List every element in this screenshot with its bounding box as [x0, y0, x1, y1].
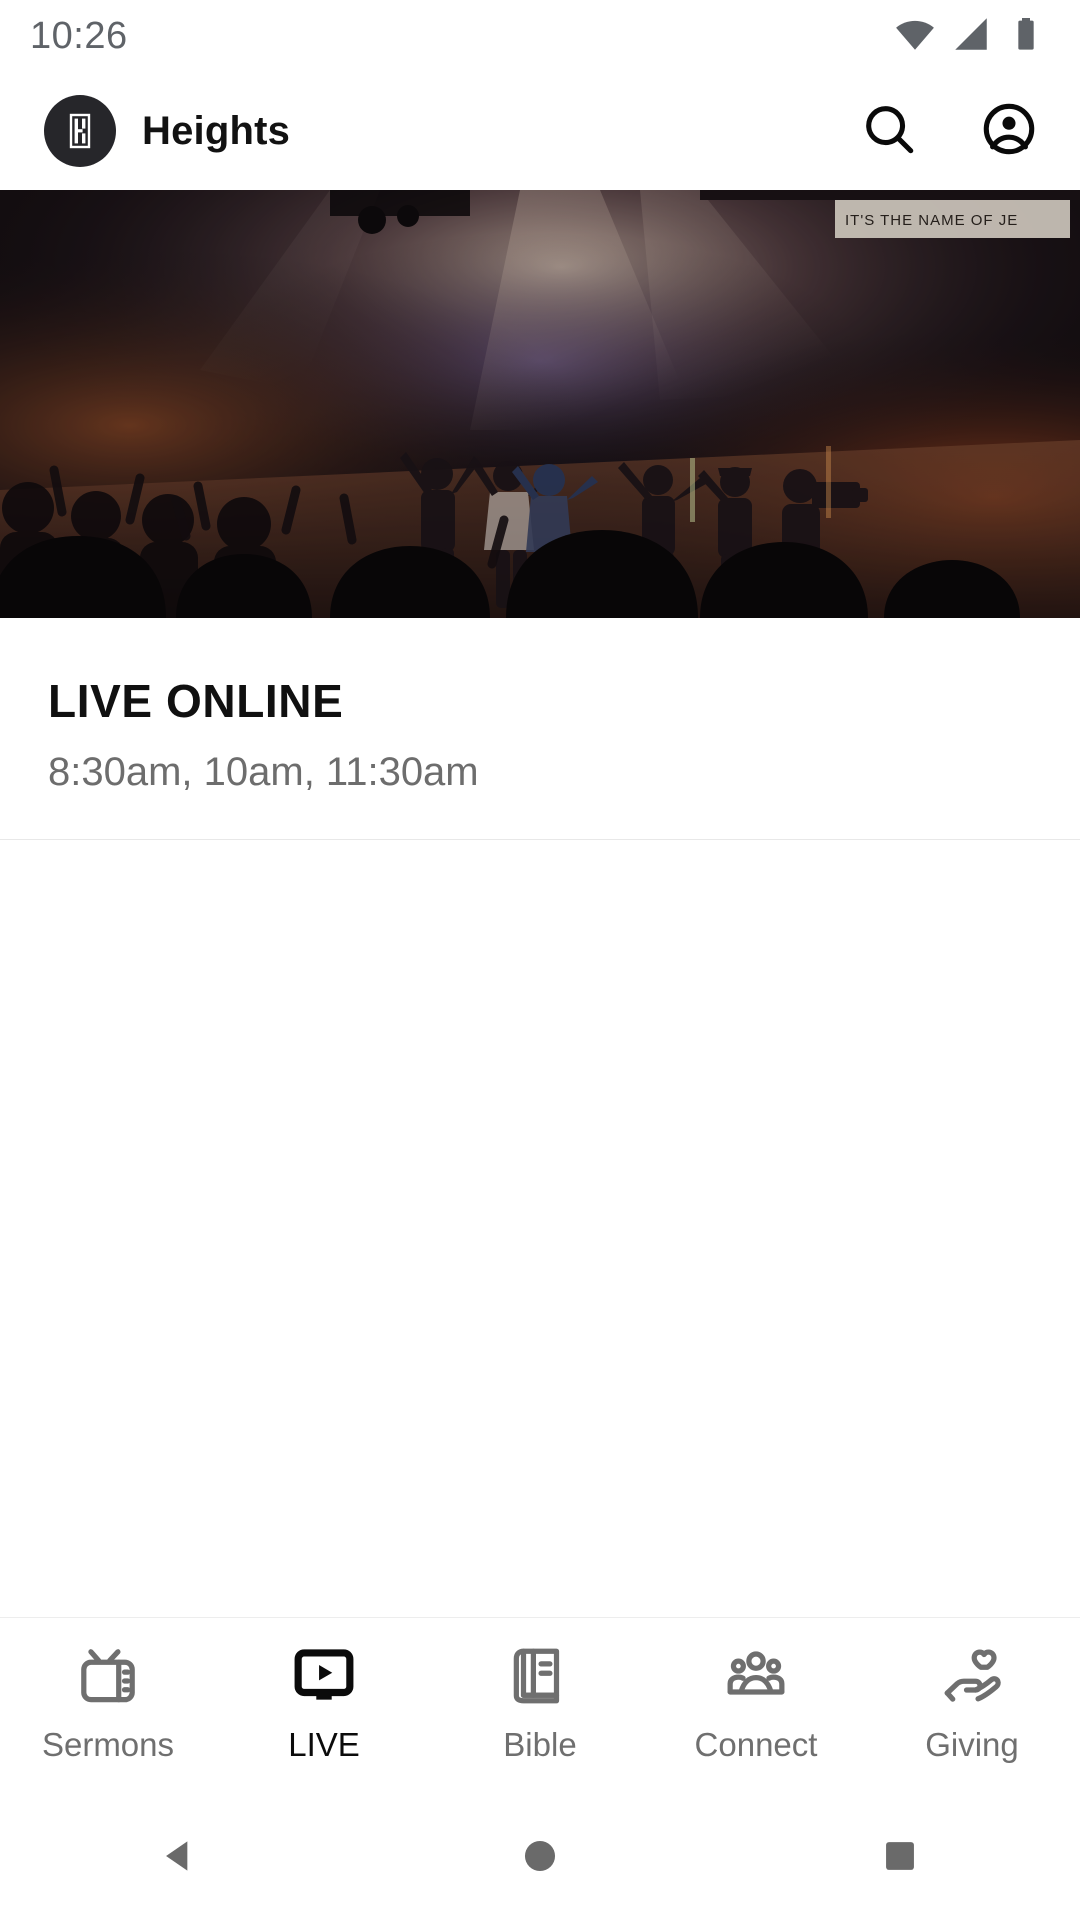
tab-bible[interactable]: Bible	[432, 1640, 648, 1761]
retro-tv-icon	[75, 1640, 141, 1712]
status-bar-icons	[894, 13, 1046, 60]
tab-label-sermons: Sermons	[41, 1726, 175, 1763]
recents-button[interactable]	[840, 1823, 960, 1893]
empty-content-area	[0, 839, 1080, 1617]
heights-h-logo-icon	[44, 95, 116, 167]
home-circle-icon	[518, 1834, 562, 1883]
status-bar: 10:26	[0, 0, 1080, 72]
open-book-icon	[507, 1640, 573, 1712]
app-brand[interactable]: Heights	[44, 95, 290, 167]
monitor-play-icon	[291, 1640, 357, 1712]
search-button[interactable]	[858, 100, 920, 162]
tab-sermons[interactable]: Sermons	[0, 1640, 216, 1761]
tab-live[interactable]: LIVE	[216, 1640, 432, 1761]
live-online-title: LIVE ONLINE	[48, 675, 344, 727]
bottom-tab-bar: Sermons LIVE Bible Connect Giving	[0, 1618, 1080, 1796]
app-bar-actions	[858, 100, 1040, 162]
tab-giving[interactable]: Giving	[864, 1640, 1080, 1761]
account-circle-icon	[980, 100, 1038, 163]
live-online-card[interactable]: LIVE ONLINE 8:30am, 10am, 11:30am	[0, 618, 1080, 839]
tab-label-bible: Bible	[503, 1726, 577, 1763]
back-button[interactable]	[120, 1823, 240, 1893]
cellular-signal-icon	[950, 13, 992, 60]
people-group-icon	[723, 1640, 789, 1712]
tab-connect[interactable]: Connect	[648, 1640, 864, 1761]
tab-label-connect: Connect	[694, 1726, 818, 1763]
hand-heart-icon	[939, 1640, 1005, 1712]
status-bar-clock: 10:26	[30, 15, 128, 57]
app-bar: Heights	[0, 72, 1080, 190]
search-icon	[860, 100, 918, 163]
live-online-times: 8:30am, 10am, 11:30am	[48, 749, 479, 794]
hero-image[interactable]: IT'S THE NAME OF JE	[0, 190, 1080, 618]
tab-label-giving: Giving	[925, 1726, 1019, 1763]
account-button[interactable]	[978, 100, 1040, 162]
recents-square-icon	[878, 1834, 922, 1883]
home-button[interactable]	[480, 1823, 600, 1893]
back-triangle-icon	[158, 1834, 202, 1883]
app-screen: 10:26 Heights IT'S THE NAME OF JE LIVE O…	[0, 0, 1080, 1920]
wifi-icon	[894, 13, 936, 60]
app-title: Heights	[142, 108, 291, 153]
battery-icon	[1006, 14, 1046, 59]
tab-label-live: LIVE	[288, 1726, 360, 1763]
system-navigation-bar	[0, 1796, 1080, 1920]
worship-service-photo: IT'S THE NAME OF JE	[0, 190, 1080, 618]
